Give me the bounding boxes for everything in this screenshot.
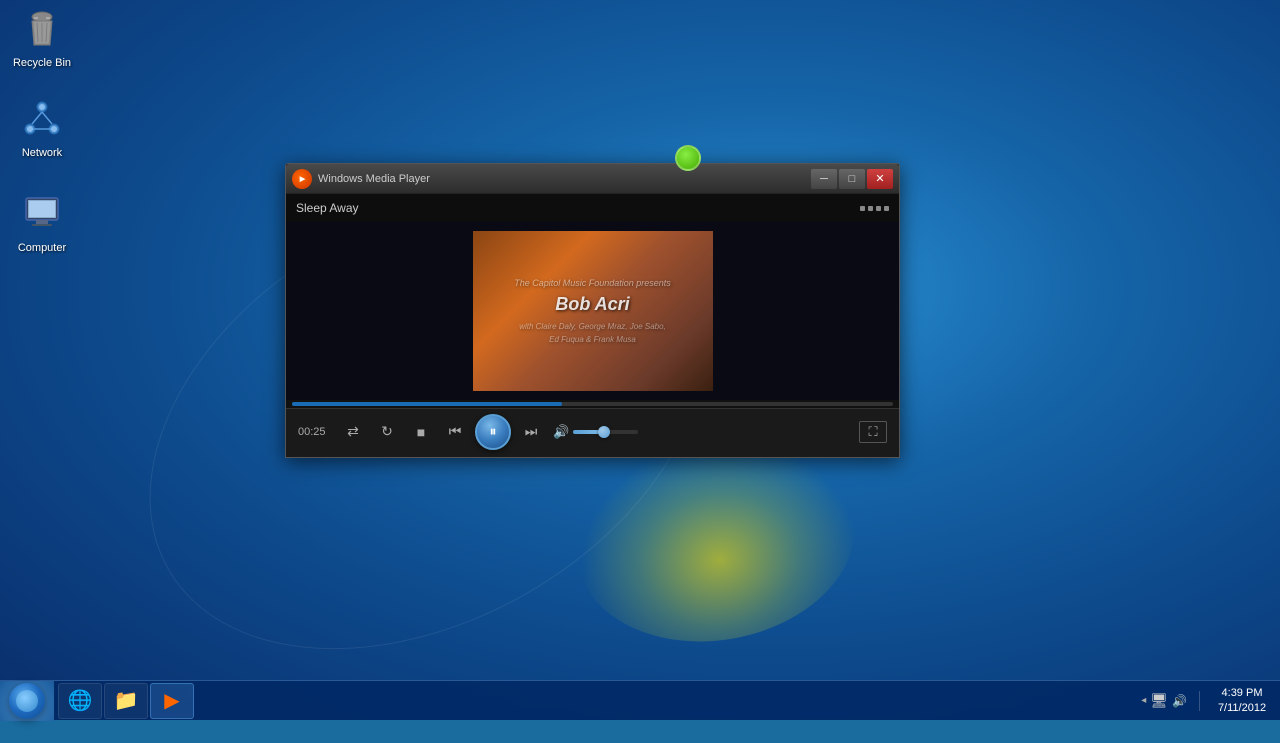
wmp-window-controls: ─ □ ✕ <box>811 169 893 189</box>
wmp-video-area: The Capitol Music Foundation presents Bo… <box>286 222 899 400</box>
volume-track[interactable] <box>573 430 638 434</box>
wmp-elapsed-time: 00:25 <box>298 426 333 438</box>
network-label: Network <box>22 147 62 159</box>
menu-dot-4 <box>884 206 889 211</box>
wmp-taskbar-icon: ▶ <box>164 688 179 713</box>
pause-icon: ⏸ <box>490 423 497 440</box>
volume-thumb[interactable] <box>598 426 610 438</box>
taskbar-item-explorer[interactable]: 📁 <box>104 683 148 719</box>
fullscreen-icon: ⛶ <box>868 424 877 440</box>
start-orb <box>9 683 45 719</box>
system-tray: ◂ 🖥 🔊 <box>1141 692 1187 709</box>
computer-icon <box>22 194 62 234</box>
taskbar: 🌐 📁 ▶ ◂ 🖥 🔊 4:39 PM 7/11/2012 <box>0 680 1280 720</box>
artist-name: Bob Acri <box>514 290 671 319</box>
wmp-progress-container[interactable] <box>286 400 899 408</box>
wmp-nowplaying-bar: Sleep Away <box>286 194 899 222</box>
wmp-progress-fill <box>292 402 562 406</box>
explorer-icon: 📁 <box>114 688 139 713</box>
tray-chevron-icon[interactable]: ◂ <box>1141 695 1146 706</box>
tray-network-icon[interactable]: 🖥 <box>1150 692 1168 709</box>
wmp-logo-icon <box>292 169 312 189</box>
network-icon <box>22 99 62 139</box>
wmp-track-title: Sleep Away <box>296 201 359 215</box>
taskbar-right: ◂ 🖥 🔊 4:39 PM 7/11/2012 <box>1133 686 1280 715</box>
taskbar-items: 🌐 📁 ▶ <box>58 683 1133 719</box>
clock-time: 4:39 PM <box>1212 686 1272 700</box>
wmp-album-art: The Capitol Music Foundation presents Bo… <box>473 231 713 391</box>
taskbar-item-ie[interactable]: 🌐 <box>58 683 102 719</box>
wmp-prev-button[interactable]: ⏮ <box>441 418 469 446</box>
volume-fill <box>573 430 599 434</box>
cursor-indicator <box>675 145 701 171</box>
start-orb-inner <box>16 690 38 712</box>
wmp-controls: 00:25 ⇄ ↻ ■ ⏮ ⏸ ⏭ 🔊 <box>286 408 899 454</box>
desktop: Recycle Bin Network Computer <box>0 0 1280 720</box>
desktop-icon-recycle-bin[interactable]: Recycle Bin <box>5 5 79 75</box>
clock-date: 7/11/2012 <box>1212 701 1272 715</box>
tray-separator <box>1199 691 1200 711</box>
shuffle-icon: ⇄ <box>347 423 359 440</box>
tray-volume-icon[interactable]: 🔊 <box>1172 694 1187 708</box>
wmp-fullscreen-button[interactable]: ⛶ <box>859 421 887 443</box>
wmp-progress-track[interactable] <box>292 402 893 406</box>
system-clock[interactable]: 4:39 PM 7/11/2012 <box>1212 686 1272 715</box>
volume-icon: 🔊 <box>553 424 569 440</box>
menu-dot-2 <box>868 206 873 211</box>
start-button[interactable] <box>0 681 54 721</box>
wmp-shuffle-button[interactable]: ⇄ <box>339 418 367 446</box>
computer-label: Computer <box>18 242 66 254</box>
wmp-volume-control[interactable]: 🔊 <box>553 424 638 440</box>
wmp-titlebar[interactable]: Windows Media Player ─ □ ✕ <box>286 164 899 194</box>
menu-dot-3 <box>876 206 881 211</box>
wmp-nowplaying-menu[interactable] <box>860 206 889 211</box>
wmp-maximize-button[interactable]: □ <box>839 169 865 189</box>
ie-icon: 🌐 <box>68 688 93 713</box>
recycle-bin-label: Recycle Bin <box>13 57 71 69</box>
wmp-close-button[interactable]: ✕ <box>867 169 893 189</box>
menu-dot-1 <box>860 206 865 211</box>
wmp-title: Windows Media Player <box>318 173 811 185</box>
next-icon: ⏭ <box>525 423 538 440</box>
wmp-minimize-button[interactable]: ─ <box>811 169 837 189</box>
stop-icon: ■ <box>417 424 425 440</box>
repeat-icon: ↻ <box>381 423 393 440</box>
wmp-repeat-button[interactable]: ↻ <box>373 418 401 446</box>
wmp-stop-button[interactable]: ■ <box>407 418 435 446</box>
wmp-next-button[interactable]: ⏭ <box>517 418 545 446</box>
desktop-icon-network[interactable]: Network <box>5 95 79 165</box>
wmp-window: Windows Media Player ─ □ ✕ Sleep Away Th… <box>285 163 900 458</box>
prev-icon: ⏮ <box>449 423 462 440</box>
recycle-bin-icon <box>22 9 62 49</box>
wmp-pause-button[interactable]: ⏸ <box>475 414 511 450</box>
desktop-icon-computer[interactable]: Computer <box>5 190 79 260</box>
album-art-info: The Capitol Music Foundation presents Bo… <box>514 276 671 347</box>
taskbar-item-wmp[interactable]: ▶ <box>150 683 194 719</box>
